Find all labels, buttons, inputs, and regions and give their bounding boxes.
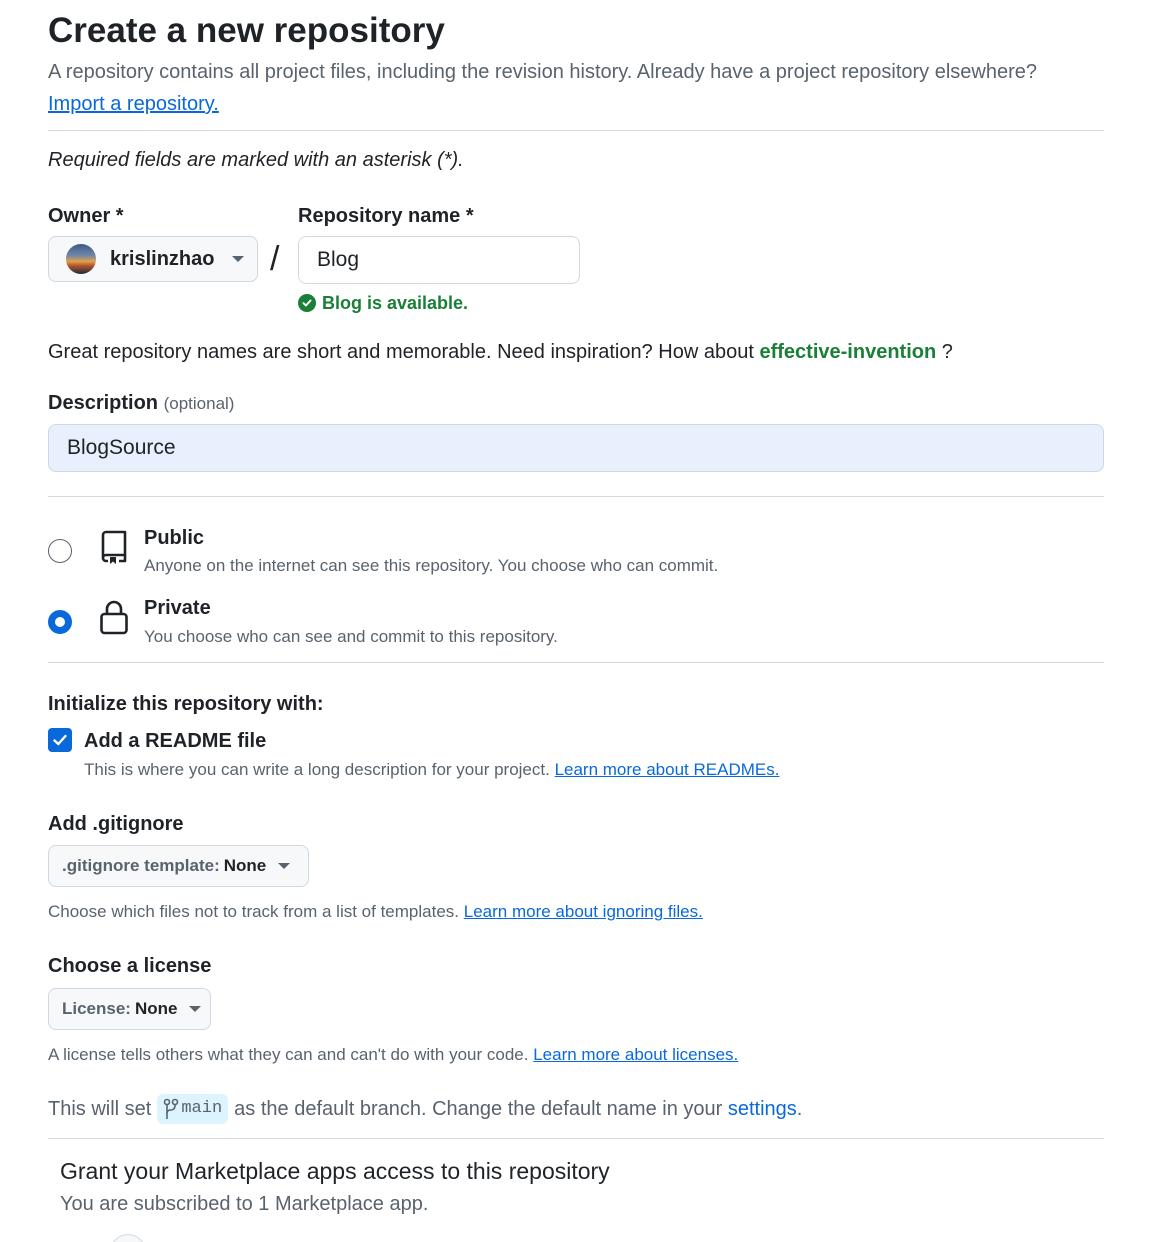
import-repository-link[interactable]: Import a repository.: [48, 90, 219, 118]
branch-middle: as the default branch. Change the defaul…: [234, 1098, 723, 1120]
license-learn-more-link[interactable]: Learn more about licenses.: [533, 1045, 738, 1064]
gitignore-learn-more-link[interactable]: Learn more about ignoring files.: [464, 902, 703, 921]
owner-select[interactable]: krislinzhao: [48, 236, 258, 282]
owner-label: Owner *: [48, 205, 124, 227]
repository-name-input[interactable]: [298, 236, 580, 284]
settings-link[interactable]: settings: [728, 1094, 797, 1124]
git-branch-icon: [164, 1098, 179, 1119]
public-radio[interactable]: [48, 539, 72, 563]
required-fields-note: Required fields are marked with an aster…: [48, 149, 464, 171]
checkmark-icon: [53, 734, 67, 746]
gitignore-dropdown-prefix: .gitignore template:: [62, 856, 220, 875]
description-label: Description (optional): [48, 389, 234, 418]
branch-suffix: .: [796, 1098, 803, 1120]
divider: [48, 1138, 1104, 1139]
check-circle-icon: [298, 294, 316, 312]
license-dropdown-prefix: License:: [62, 999, 131, 1018]
page-subtitle: A repository contains all project files,…: [48, 61, 1038, 83]
page-title: Create a new repository: [48, 11, 445, 50]
gitignore-template-dropdown[interactable]: .gitignore template: None: [48, 845, 309, 887]
readme-label[interactable]: Add a README file: [84, 727, 266, 755]
marketplace-app-item[interactable]: [110, 1234, 146, 1242]
gitignore-description-text: Choose which files not to track from a l…: [48, 902, 460, 921]
readme-checkbox[interactable]: [48, 728, 72, 752]
divider: [48, 662, 1104, 663]
gitignore-dropdown-value: None: [223, 856, 267, 875]
marketplace-title: Grant your Marketplace apps access to th…: [60, 1158, 610, 1184]
owner-name: krislinzhao: [110, 247, 215, 270]
repository-name-label: Repository name *: [298, 205, 474, 227]
availability-text: Blog is available.: [322, 293, 469, 313]
private-description: You choose who can see and commit to thi…: [144, 627, 558, 646]
license-description: A license tells others what they can and…: [48, 1043, 738, 1067]
default-branch-note: This will set main as the default branch…: [48, 1094, 802, 1124]
license-description-text: A license tells others what they can and…: [48, 1045, 529, 1064]
branch-name: main: [181, 1099, 223, 1118]
branch-prefix: This will set: [48, 1098, 152, 1120]
inspiration-suffix: ?: [941, 341, 953, 363]
description-label-text: Description: [48, 392, 159, 414]
availability-status: Blog is available.: [298, 290, 468, 316]
readme-description: This is where you can write a long descr…: [84, 758, 779, 782]
marketplace-app-avatar: [110, 1234, 146, 1242]
license-dropdown[interactable]: License: None: [48, 988, 211, 1030]
license-label: Choose a license: [48, 955, 212, 977]
lock-icon: [100, 600, 128, 635]
branch-pill: main: [157, 1094, 229, 1124]
inspiration-prefix: Great repository names are short and mem…: [48, 341, 754, 363]
private-radio[interactable]: [48, 610, 72, 634]
license-dropdown-value: None: [134, 999, 178, 1018]
name-inspiration: Great repository names are short and mem…: [48, 338, 953, 366]
readme-description-text: This is where you can write a long descr…: [84, 760, 550, 779]
marketplace-subtitle: You are subscribed to 1 Marketplace app.: [60, 1193, 429, 1215]
description-input[interactable]: [48, 424, 1104, 472]
private-title: Private: [144, 597, 211, 619]
chevron-down-icon: [278, 863, 291, 869]
owner-repo-separator: /: [270, 240, 280, 278]
optional-hint: (optional): [163, 394, 235, 413]
readme-learn-more-link[interactable]: Learn more about READMEs.: [555, 760, 780, 779]
divider: [48, 130, 1104, 131]
chevron-down-icon: [232, 256, 245, 262]
initialize-label: Initialize this repository with:: [48, 693, 324, 715]
repo-icon: [101, 530, 127, 564]
public-title: Public: [144, 527, 205, 549]
divider: [48, 496, 1104, 497]
gitignore-label: Add .gitignore: [48, 813, 184, 835]
import-repository-link-text[interactable]: Import a repository.: [48, 93, 219, 115]
suggested-name[interactable]: effective-invention: [759, 341, 936, 363]
public-description: Anyone on the internet can see this repo…: [144, 556, 719, 575]
chevron-down-icon: [189, 1006, 202, 1012]
gitignore-description: Choose which files not to track from a l…: [48, 900, 703, 924]
owner-avatar: [66, 244, 96, 274]
